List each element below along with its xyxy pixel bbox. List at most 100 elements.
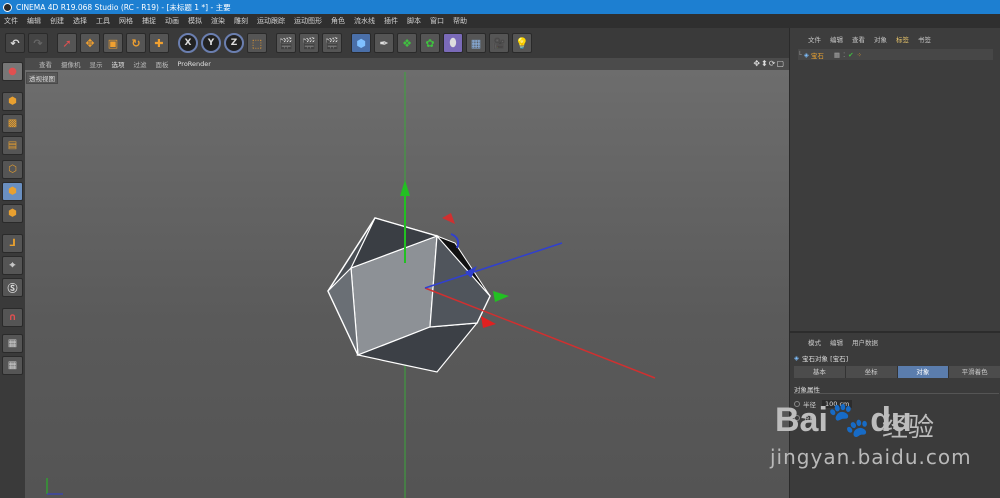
workplane-button[interactable]: ▤ [2, 136, 23, 155]
menu-edit[interactable]: 编辑 [27, 16, 41, 26]
layer-icon[interactable]: ▦ [834, 51, 840, 59]
menu-plugins[interactable]: 插件 [384, 16, 398, 26]
mouse-icon: ⌖ [9, 260, 16, 271]
rotate-icon: ↻ [131, 36, 141, 50]
menu-character[interactable]: 角色 [331, 16, 345, 26]
scale-tool-button[interactable]: ▣ [103, 33, 123, 53]
magnet-icon: ∩ [8, 312, 17, 323]
render-picture-viewer-button[interactable]: 🎬 [299, 33, 319, 53]
y-axis-lock-button[interactable]: Y [201, 33, 221, 53]
objects-menu-file[interactable]: 文件 [808, 34, 821, 44]
perspective-viewport[interactable]: 查看 摄像机 显示 选项 过滤 面板 ProRender ✥⬍⟳▢ 透视视图 [25, 58, 789, 498]
check-icon[interactable]: ✔ [848, 51, 853, 59]
plane-align-icon: ▦ [7, 360, 18, 371]
workplane-align-button[interactable]: ▦ [2, 356, 23, 375]
objects-menu-bookmarks[interactable]: 书签 [918, 34, 931, 44]
objects-menu-view[interactable]: 查看 [852, 34, 865, 44]
undo-button[interactable]: ↶ [5, 33, 25, 53]
move-icon: ✥ [85, 36, 95, 50]
camera-button[interactable]: 🎥 [489, 33, 509, 53]
x-axis-arrow-icon[interactable] [481, 316, 496, 328]
x-axis-lock-button[interactable]: X [178, 33, 198, 53]
cloner-button[interactable]: ✿ [420, 33, 440, 53]
menu-window[interactable]: 窗口 [430, 16, 444, 26]
menu-create[interactable]: 创建 [50, 16, 64, 26]
add-tool-button[interactable]: ✚ [149, 33, 169, 53]
objects-menu: 文件 编辑 查看 对象 标签 书签 [790, 33, 940, 45]
attributes-title: ◈ 宝石对象 [宝石] [794, 353, 848, 363]
points-mode-button[interactable]: ⬡ [2, 160, 23, 179]
light-button[interactable]: 💡 [512, 33, 532, 53]
objects-menu-edit[interactable]: 编辑 [830, 34, 843, 44]
move-tool-button[interactable]: ✥ [80, 33, 100, 53]
redo-button[interactable]: ↷ [28, 33, 48, 53]
deformer-button[interactable]: ⬮ [443, 33, 463, 53]
attributes-title-text: 宝石对象 [宝石] [802, 355, 849, 363]
scene-canvas[interactable] [25, 58, 789, 498]
menu-animate[interactable]: 动画 [165, 16, 179, 26]
select-tool-button[interactable]: ➚ [57, 33, 77, 53]
floor-button[interactable]: ▦ [466, 33, 486, 53]
tab-basic[interactable]: 基本 [794, 366, 846, 378]
model-mode-button[interactable]: ⬢ [2, 92, 23, 111]
axis-mode-button[interactable]: ⅃ [2, 234, 23, 253]
menu-motion-tracker[interactable]: 运动跟踪 [257, 16, 285, 26]
polygons-mode-button[interactable]: ⬢ [2, 204, 23, 223]
left-toolbar: ● ⬢ ▩ ▤ ⬡ ⬢ ⬢ ⅃ ⌖ Ⓢ ∩ ▦ ▦ [0, 58, 25, 498]
attributes-menu-userdata[interactable]: 用户数据 [852, 337, 878, 347]
attributes-menu-mode[interactable]: 模式 [808, 337, 821, 347]
visibility-dots-icon[interactable]: ⁚ [843, 51, 845, 59]
clapper-icon: 🎬 [279, 36, 293, 50]
gem-object-icon: ◈ [794, 354, 799, 362]
menu-sculpt[interactable]: 雕刻 [234, 16, 248, 26]
title-bar: CINEMA 4D R19.068 Studio (RC - R19) - [未… [0, 0, 1000, 14]
menu-bar: 文件 编辑 创建 选择 工具 网格 捕捉 动画 模拟 渲染 雕刻 运动跟踪 运动… [0, 14, 1000, 28]
edges-mode-button[interactable]: ⬢ [2, 182, 23, 201]
rotate-tool-button[interactable]: ↻ [126, 33, 146, 53]
tweak-mode-button[interactable]: ⌖ [2, 256, 23, 275]
object-name[interactable]: 宝石 [811, 50, 824, 60]
attributes-menu-edit[interactable]: 编辑 [830, 337, 843, 347]
make-editable-button[interactable]: ● [2, 62, 23, 81]
objects-menu-objects[interactable]: 对象 [874, 34, 887, 44]
menu-script[interactable]: 脚本 [407, 16, 421, 26]
red-rotate-handle-icon[interactable] [442, 213, 455, 224]
paw-icon: 🐾 [827, 401, 871, 439]
menu-snap[interactable]: 捕捉 [142, 16, 156, 26]
cube-icon: ⬢ [356, 36, 366, 50]
menu-pipeline[interactable]: 流水线 [354, 16, 375, 26]
render-settings-button[interactable]: 🎬 [322, 33, 342, 53]
menu-help[interactable]: 帮助 [453, 16, 467, 26]
tab-object[interactable]: 对象 [897, 366, 950, 378]
workplane-lock-button[interactable]: ▦ [2, 334, 23, 353]
coordinate-icon: ⬚ [251, 36, 263, 50]
z-axis-lock-button[interactable]: Z [224, 33, 244, 53]
cloner-icon: ✿ [425, 36, 435, 50]
menu-simulate[interactable]: 模拟 [188, 16, 202, 26]
tab-coordinates[interactable]: 坐标 [845, 366, 898, 378]
solo-button[interactable]: Ⓢ [2, 278, 23, 297]
attributes-tabs: 基本 坐标 对象 平滑着色 [794, 366, 1000, 378]
menu-render[interactable]: 渲染 [211, 16, 225, 26]
object-row-gem[interactable]: └ ◈ 宝石 ▦ ⁚ ✔ ⁘ [798, 49, 993, 60]
pen-spline-button[interactable]: ✒ [374, 33, 394, 53]
menu-select[interactable]: 选择 [73, 16, 87, 26]
menu-tools[interactable]: 工具 [96, 16, 110, 26]
subdivision-button[interactable]: ❖ [397, 33, 417, 53]
clapper-gear-icon: 🎬 [325, 36, 339, 50]
cube-model-icon: ⬢ [8, 96, 17, 107]
tag-dots-icon[interactable]: ⁘ [857, 51, 862, 59]
menu-file[interactable]: 文件 [4, 16, 18, 26]
snap-button[interactable]: ∩ [2, 308, 23, 327]
coordinate-system-button[interactable]: ⬚ [247, 33, 267, 53]
green-rotate-handle-icon[interactable] [493, 291, 509, 302]
texture-mode-button[interactable]: ▩ [2, 114, 23, 133]
menu-mograph[interactable]: 运动图形 [294, 16, 322, 26]
tab-phong[interactable]: 平滑着色 [949, 366, 1000, 378]
attributes-menu: 模式 编辑 用户数据 [808, 337, 887, 347]
render-view-button[interactable]: 🎬 [276, 33, 296, 53]
objects-menu-tags[interactable]: 标签 [896, 34, 909, 44]
menu-mesh[interactable]: 网格 [119, 16, 133, 26]
cube-primitive-button[interactable]: ⬢ [351, 33, 371, 53]
y-axis-arrow-icon[interactable] [400, 180, 410, 196]
